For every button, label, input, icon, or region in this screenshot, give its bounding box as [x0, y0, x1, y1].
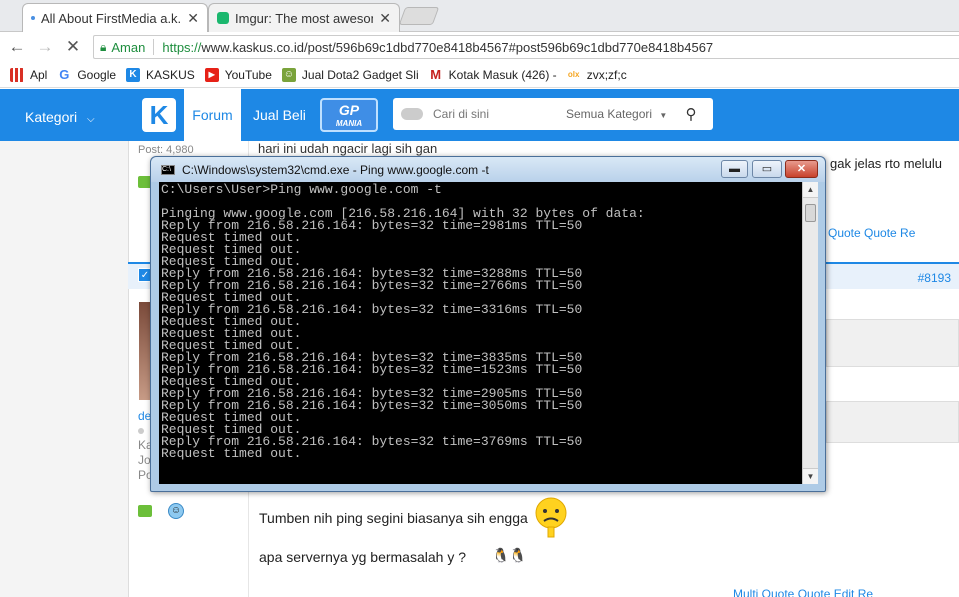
- close-button[interactable]: ✕: [785, 160, 818, 178]
- bookmark-label: KASKUS: [146, 67, 195, 82]
- bookmark-dota2[interactable]: ☺ Jual Dota2 Gadget Sli: [281, 67, 419, 82]
- back-arrow-icon[interactable]: ←: [6, 37, 28, 57]
- bookmark-apps[interactable]: Apl: [10, 67, 48, 82]
- gp-logo-text: GP: [338, 102, 360, 118]
- status-dot-icon: [138, 428, 144, 434]
- post-text-right: gak jelas rto melulu: [830, 156, 942, 171]
- browser-toolbar: ← → ✕ 🔒︎ Aman https:// www.kaskus.co.id/…: [0, 32, 959, 62]
- bookmark-google[interactable]: G Google: [57, 67, 117, 82]
- lock-icon: 🔒︎: [100, 39, 107, 54]
- bookmark-kaskus[interactable]: K KASKUS: [126, 67, 195, 82]
- post-actions-top[interactable]: Quote Quote Re: [828, 226, 915, 240]
- console-line: C:\Users\User>Ping www.google.com -t: [161, 182, 442, 197]
- address-bar[interactable]: 🔒︎ Aman https:// www.kaskus.co.id/post/5…: [93, 35, 959, 59]
- sad-face-emoticon-icon: [535, 497, 567, 538]
- search-category-select[interactable]: Semua Kategori ▼: [566, 107, 676, 121]
- tab-close-icon[interactable]: ✕: [379, 10, 391, 27]
- bookmark-youtube[interactable]: ▶ YouTube: [204, 67, 272, 82]
- gp-mania-logo[interactable]: GP MANIA: [320, 98, 378, 132]
- cmd-titlebar[interactable]: C:\ C:\Windows\system32\cmd.exe - Ping w…: [151, 157, 825, 182]
- scrollbar-thumb[interactable]: [805, 204, 816, 222]
- post-text: hari ini udah ngacir lagi sih gan: [258, 141, 438, 156]
- post-actions-bottom[interactable]: Multi Quote Quote Edit Re: [733, 587, 873, 597]
- bookmark-label: zvx;zf;c: [586, 67, 627, 82]
- cmd-app-icon: C:\: [161, 165, 175, 175]
- jual-beli-tab[interactable]: Jual Beli: [253, 107, 306, 123]
- tab-firstmedia[interactable]: All About FirstMedia a.k.a ✕: [22, 3, 208, 32]
- tab-title: All About FirstMedia a.k.a: [41, 10, 182, 26]
- loading-dot-icon: [31, 16, 35, 20]
- secure-label: Aman: [111, 39, 146, 55]
- stop-loading-icon[interactable]: ✕: [62, 37, 84, 57]
- reputation-icon[interactable]: ☺: [168, 503, 184, 519]
- forum-tab[interactable]: Forum: [184, 89, 241, 141]
- kaskus-logo[interactable]: K: [142, 98, 176, 132]
- post-message-line: apa servernya yg bermasalah y ?: [259, 549, 466, 565]
- online-status-icon: [138, 505, 152, 517]
- apps-grid-icon: [10, 67, 24, 82]
- cmd-frame-bottom: [159, 484, 818, 489]
- browser-tabstrip: All About FirstMedia a.k.a ✕ Imgur: The …: [0, 0, 959, 32]
- imgur-icon: [217, 12, 229, 24]
- post-count: Post: 4,980: [138, 144, 194, 156]
- search-input[interactable]: Cari di sini: [433, 107, 566, 121]
- console-text: C:\Users\User>Ping www.google.com -t Pin…: [159, 182, 802, 460]
- google-icon: G: [59, 67, 70, 82]
- screen: All About FirstMedia a.k.a ✕ Imgur: The …: [0, 0, 959, 597]
- cmd-scrollbar[interactable]: ▲ ▼: [802, 182, 818, 484]
- gp-logo-subtext: MANIA: [335, 119, 363, 128]
- kategori-menu[interactable]: Kategori ⌵: [25, 109, 95, 125]
- quote-block: [826, 319, 959, 367]
- bookmark-olx[interactable]: olx zvx;zf;c: [567, 68, 627, 82]
- new-tab-button[interactable]: [398, 7, 440, 25]
- console-output[interactable]: C:\Users\User>Ping www.google.com -t Pin…: [159, 182, 802, 484]
- bookmarks-bar: Apl G Google K KASKUS ▶ YouTube ☺ Jual D…: [0, 62, 959, 88]
- shop-icon: ☺: [281, 67, 296, 82]
- kaskus-icon: K: [126, 67, 141, 82]
- forward-arrow-icon[interactable]: →: [34, 37, 56, 57]
- tab-imgur[interactable]: Imgur: The most aweson ✕: [208, 3, 400, 32]
- cmd-window[interactable]: C:\ C:\Windows\system32\cmd.exe - Ping w…: [150, 156, 826, 492]
- bookmark-label: YouTube: [224, 67, 272, 82]
- post-message-line: Tumben nih ping segini biasanya sih engg…: [259, 510, 528, 526]
- cmd-window-title: C:\Windows\system32\cmd.exe - Ping www.g…: [182, 163, 489, 177]
- kategori-label: Kategori: [25, 109, 78, 125]
- post-number[interactable]: #8193: [918, 271, 951, 285]
- bookmark-label: Jual Dota2 Gadget Sli: [301, 67, 419, 82]
- maximize-button[interactable]: ▭: [752, 160, 782, 178]
- gmail-icon: M: [430, 67, 442, 82]
- search-icon[interactable]: ⚲: [676, 105, 706, 123]
- scroll-up-icon[interactable]: ▲: [803, 182, 818, 198]
- tab-close-icon[interactable]: ✕: [187, 10, 199, 27]
- bookmark-gmail[interactable]: M Kotak Masuk (426) -: [429, 67, 557, 82]
- tab-title: Imgur: The most aweson: [235, 10, 374, 26]
- youtube-icon: ▶: [204, 67, 219, 82]
- bookmark-label: Google: [77, 67, 117, 82]
- bookmark-label: Kotak Masuk (426) -: [448, 67, 557, 82]
- quote-block: [826, 401, 959, 443]
- bookmark-label: Apl: [30, 67, 48, 82]
- divider: [153, 39, 155, 55]
- search-category-label: Semua Kategori: [566, 107, 653, 121]
- olx-icon: olx: [567, 70, 580, 79]
- chevron-down-icon: ⌵: [87, 114, 95, 125]
- caret-down-icon: ▼: [659, 111, 668, 120]
- kaskus-search-bar: Cari di sini Semua Kategori ▼ ⚲: [393, 98, 713, 130]
- console-line: Request timed out.: [161, 446, 302, 461]
- cloud-icon: [401, 108, 423, 120]
- penguin-emoticons-icon: 🐧🐧: [492, 547, 527, 563]
- minimize-button[interactable]: ▬: [721, 160, 748, 178]
- kaskus-header: Kategori ⌵ K Forum Jual Beli GP MANIA Ca…: [0, 89, 959, 141]
- url-text: www.kaskus.co.id/post/596b69c1dbd770e841…: [201, 39, 714, 55]
- url-scheme: https://: [162, 39, 202, 55]
- scroll-down-icon[interactable]: ▼: [803, 468, 818, 484]
